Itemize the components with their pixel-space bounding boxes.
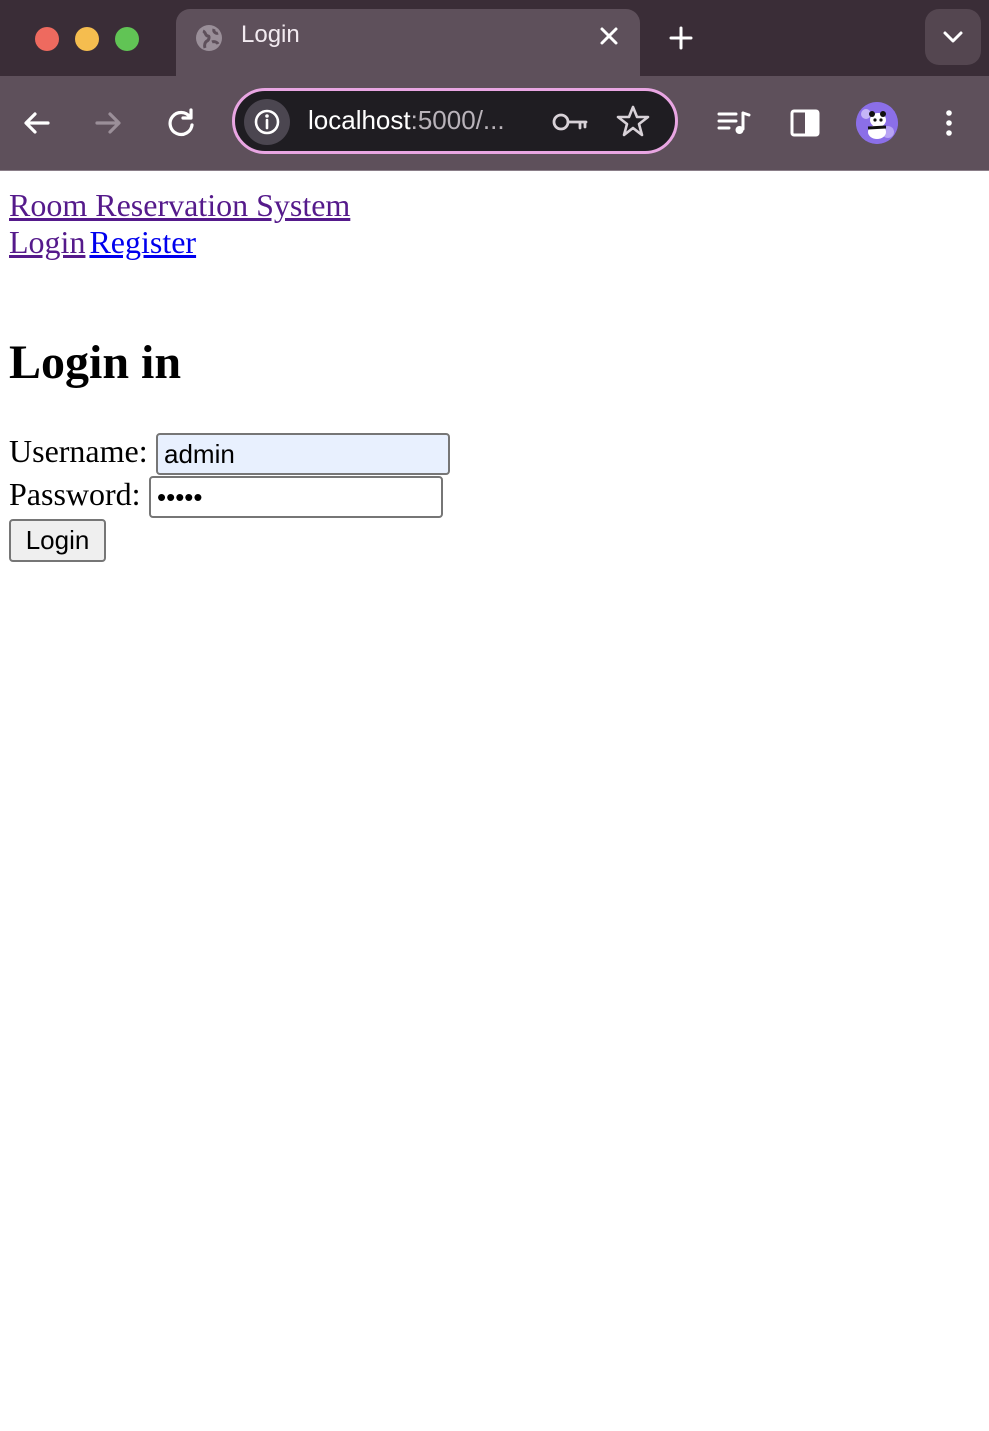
minimize-window-button[interactable] [75, 27, 99, 51]
password-label: Password: [9, 476, 141, 512]
back-arrow-icon[interactable] [15, 101, 59, 145]
username-input[interactable] [156, 433, 450, 475]
menu-kebab-icon[interactable] [927, 101, 971, 145]
key-icon[interactable] [551, 107, 589, 137]
toolbar: localhost:5000/... [0, 76, 989, 170]
site-info-button[interactable] [244, 99, 290, 145]
password-input[interactable] [149, 476, 443, 518]
browser-chrome: Login localhost:5000/... [0, 0, 989, 171]
avatar[interactable] [856, 102, 898, 144]
reload-icon[interactable] [159, 101, 203, 145]
page-title: Login in [9, 336, 182, 389]
site-home-link[interactable]: Room Reservation System [9, 187, 350, 224]
nav-links: Login Register [9, 224, 196, 261]
maximize-window-button[interactable] [115, 27, 139, 51]
address-bar[interactable]: localhost:5000/... [232, 88, 678, 154]
tab-login[interactable]: Login [176, 9, 640, 76]
tab-title: Login [241, 21, 300, 48]
sidebar-icon[interactable] [783, 101, 827, 145]
url-text: localhost:5000/... [308, 105, 505, 136]
tab-search-button[interactable] [925, 9, 981, 65]
forward-arrow-icon[interactable] [86, 101, 130, 145]
nav-register-link[interactable]: Register [89, 224, 196, 260]
tab-strip: Login [0, 0, 989, 76]
url-host: localhost [308, 105, 411, 135]
media-icon[interactable] [712, 101, 756, 145]
new-tab-icon[interactable] [666, 23, 696, 53]
url-path: :5000/... [410, 105, 505, 135]
star-icon[interactable] [615, 103, 651, 139]
nav-login-link[interactable]: Login [9, 224, 85, 260]
info-icon [254, 109, 280, 135]
panda-avatar-icon [856, 102, 898, 144]
chevron-down-icon [943, 31, 963, 43]
globe-icon [196, 25, 222, 51]
page-content: Room Reservation System Login Register L… [0, 171, 989, 1431]
close-window-button[interactable] [35, 27, 59, 51]
username-label: Username: [9, 433, 148, 469]
close-icon[interactable] [596, 23, 622, 49]
login-button[interactable]: Login [9, 519, 106, 562]
